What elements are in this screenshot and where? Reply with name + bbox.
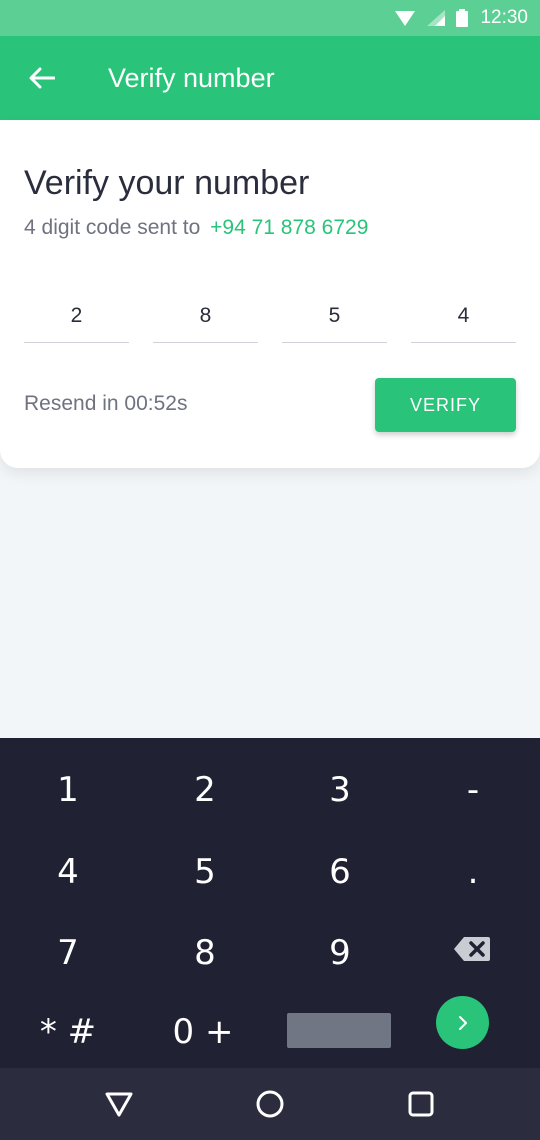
numeric-keyboard: 1 2 3 - 4 5 6 . 7 8 9 * # 0 + [0,738,540,1068]
key-4[interactable]: 4 [8,842,128,902]
app-bar: Verify number [0,36,540,120]
wifi-icon [395,11,416,26]
key-star-hash[interactable]: * # [8,1002,128,1062]
chevron-right-icon [458,1015,467,1030]
backspace-icon [454,937,490,961]
signal-icon [427,10,446,26]
code-digit-1[interactable]: 2 [24,298,129,343]
square-recents-icon [408,1091,434,1117]
verify-card: Verify your number 4 digit code sent to … [0,120,540,468]
arrow-back-icon [29,67,55,89]
key-6[interactable]: 6 [280,842,400,902]
key-zero-plus[interactable]: 0 + [143,1002,263,1062]
key-1[interactable]: 1 [8,760,128,820]
code-digit-3[interactable]: 5 [282,298,387,343]
code-sent-text: 4 digit code sent to +94 71 878 6729 [24,216,368,240]
key-dot[interactable]: . [413,842,533,902]
navigation-bar [0,1068,540,1140]
verify-button[interactable]: VERIFY [375,378,516,432]
space-key[interactable] [287,1013,391,1048]
status-bar: 12:30 [0,0,540,36]
key-dash[interactable]: - [413,760,533,820]
nav-recents-button[interactable] [401,1084,441,1124]
code-digit-4[interactable]: 4 [411,298,516,343]
card-title: Verify your number [24,164,310,202]
key-8[interactable]: 8 [145,923,265,983]
phone-number: +94 71 878 6729 [210,216,369,239]
back-button[interactable] [22,58,62,98]
key-2[interactable]: 2 [145,760,265,820]
resend-timer: Resend in 00:52s [24,392,188,415]
key-5[interactable]: 5 [145,842,265,902]
code-sent-prefix: 4 digit code sent to [24,216,201,239]
triangle-back-icon [105,1092,133,1117]
battery-icon [456,9,469,27]
key-3[interactable]: 3 [280,760,400,820]
key-7[interactable]: 7 [8,923,128,983]
code-digit-2[interactable]: 8 [153,298,258,343]
status-icons: 12:30 [394,0,528,36]
nav-home-button[interactable] [250,1084,290,1124]
status-time: 12:30 [480,7,528,28]
backspace-key[interactable] [452,935,492,965]
go-key[interactable] [436,996,489,1049]
key-9[interactable]: 9 [280,923,400,983]
nav-back-button[interactable] [99,1084,139,1124]
circle-home-icon [256,1090,284,1118]
page-title: Verify number [108,63,275,93]
